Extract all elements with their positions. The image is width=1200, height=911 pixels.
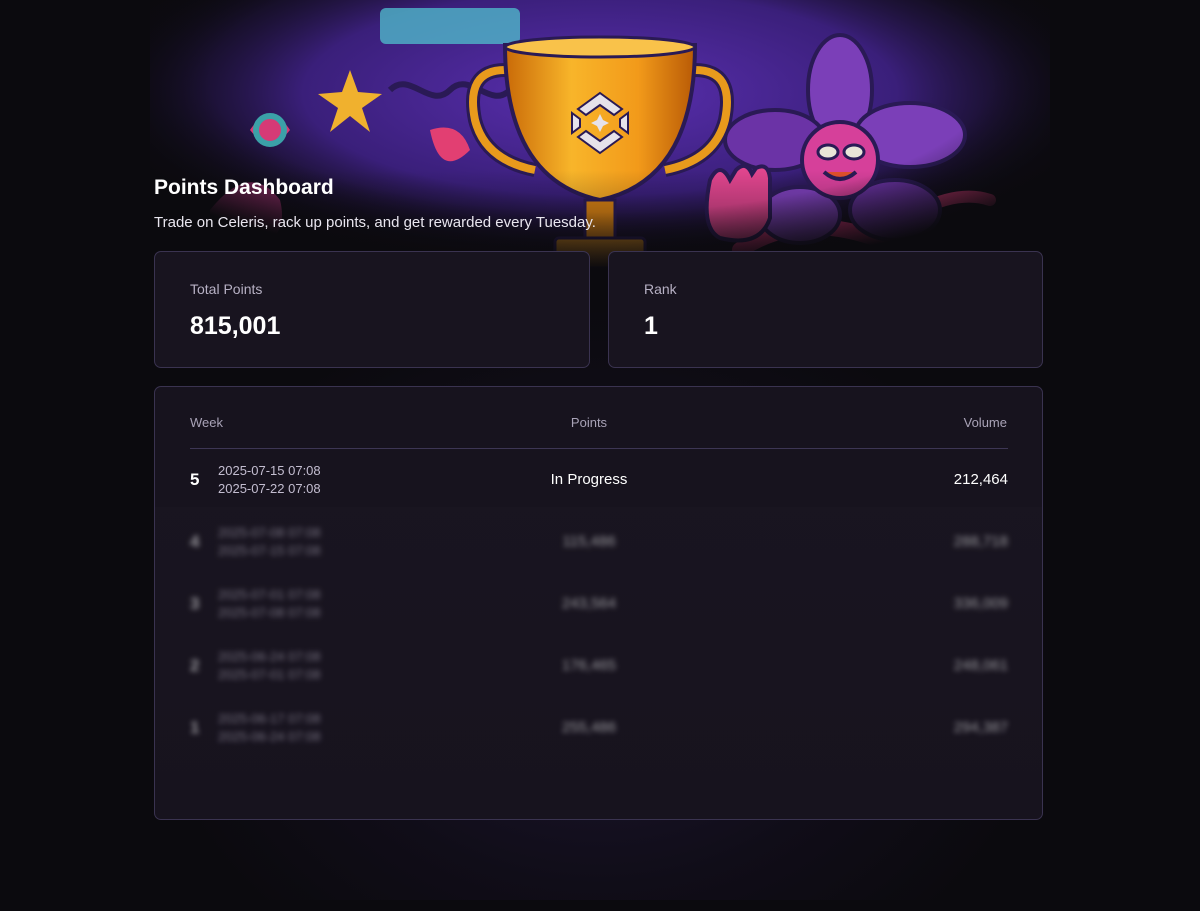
week-number: 3 [190,594,200,613]
page-subtitle: Trade on Celeris, rack up points, and ge… [154,214,596,231]
week-end-date: 2025-07-01 07:08 [218,667,321,682]
week-points: 243,564 [561,595,617,612]
table-row: 3 2025-07-01 07:08 2025-07-08 07:08 243,564… [190,573,1008,635]
week-points: 255,486 [561,719,617,736]
week-number: 5 [190,470,200,489]
week-start-date: 2025-06-17 07:08 [218,711,321,726]
week-points: 176,465 [561,657,617,674]
weekly-points-table: Week Points Volume 5 2025-07-15 07:08 2025… [154,386,1043,820]
table-row: 2 2025-06-24 07:08 2025-07-01 07:08 176,465… [190,635,1008,697]
week-points: 115,486 [562,533,616,550]
week-volume: 294,387 [953,719,1008,736]
table-row: 1 2025-06-17 07:08 2025-06-24 07:08 255,486… [190,697,1008,759]
rank-label: Rank [644,281,677,297]
week-volume: 248,061 [953,657,1008,674]
week-number: 4 [190,532,200,551]
column-header-points: Points [570,415,608,430]
column-header-volume: Volume [963,415,1007,430]
week-start-date: 2025-06-24 07:08 [218,649,321,664]
points-dashboard-page: Points Dashboard Trade on Celeris, rack … [0,0,1200,911]
week-start-date: 2025-07-15 07:08 [218,463,321,478]
page-title: Points Dashboard [154,176,334,199]
week-start-date: 2025-07-08 07:08 [218,525,321,540]
week-end-date: 2025-07-22 07:08 [218,481,321,496]
week-points: In Progress [550,471,628,488]
column-header-week: Week [190,415,223,430]
week-number: 1 [190,718,200,737]
week-start-date: 2025-07-01 07:08 [218,587,321,602]
table-row: 5 2025-07-15 07:08 2025-07-22 07:08 In Prog… [190,449,1008,511]
table-row: 4 2025-07-08 07:08 2025-07-15 07:08 115,486… [190,511,1008,573]
total-points-value: 815,001 [190,312,281,340]
rank-value: 1 [644,312,658,340]
week-end-date: 2025-07-15 07:08 [218,543,321,558]
week-end-date: 2025-07-08 07:08 [218,605,321,620]
week-volume: 288,718 [953,533,1008,550]
week-end-date: 2025-06-24 07:08 [218,729,321,744]
week-volume: 212,464 [953,471,1008,488]
rank-card: Rank 1 [608,251,1043,368]
week-volume: 336,009 [953,595,1008,612]
total-points-card: Total Points 815,001 [154,251,590,368]
total-points-label: Total Points [190,281,263,297]
week-number: 2 [190,656,200,675]
